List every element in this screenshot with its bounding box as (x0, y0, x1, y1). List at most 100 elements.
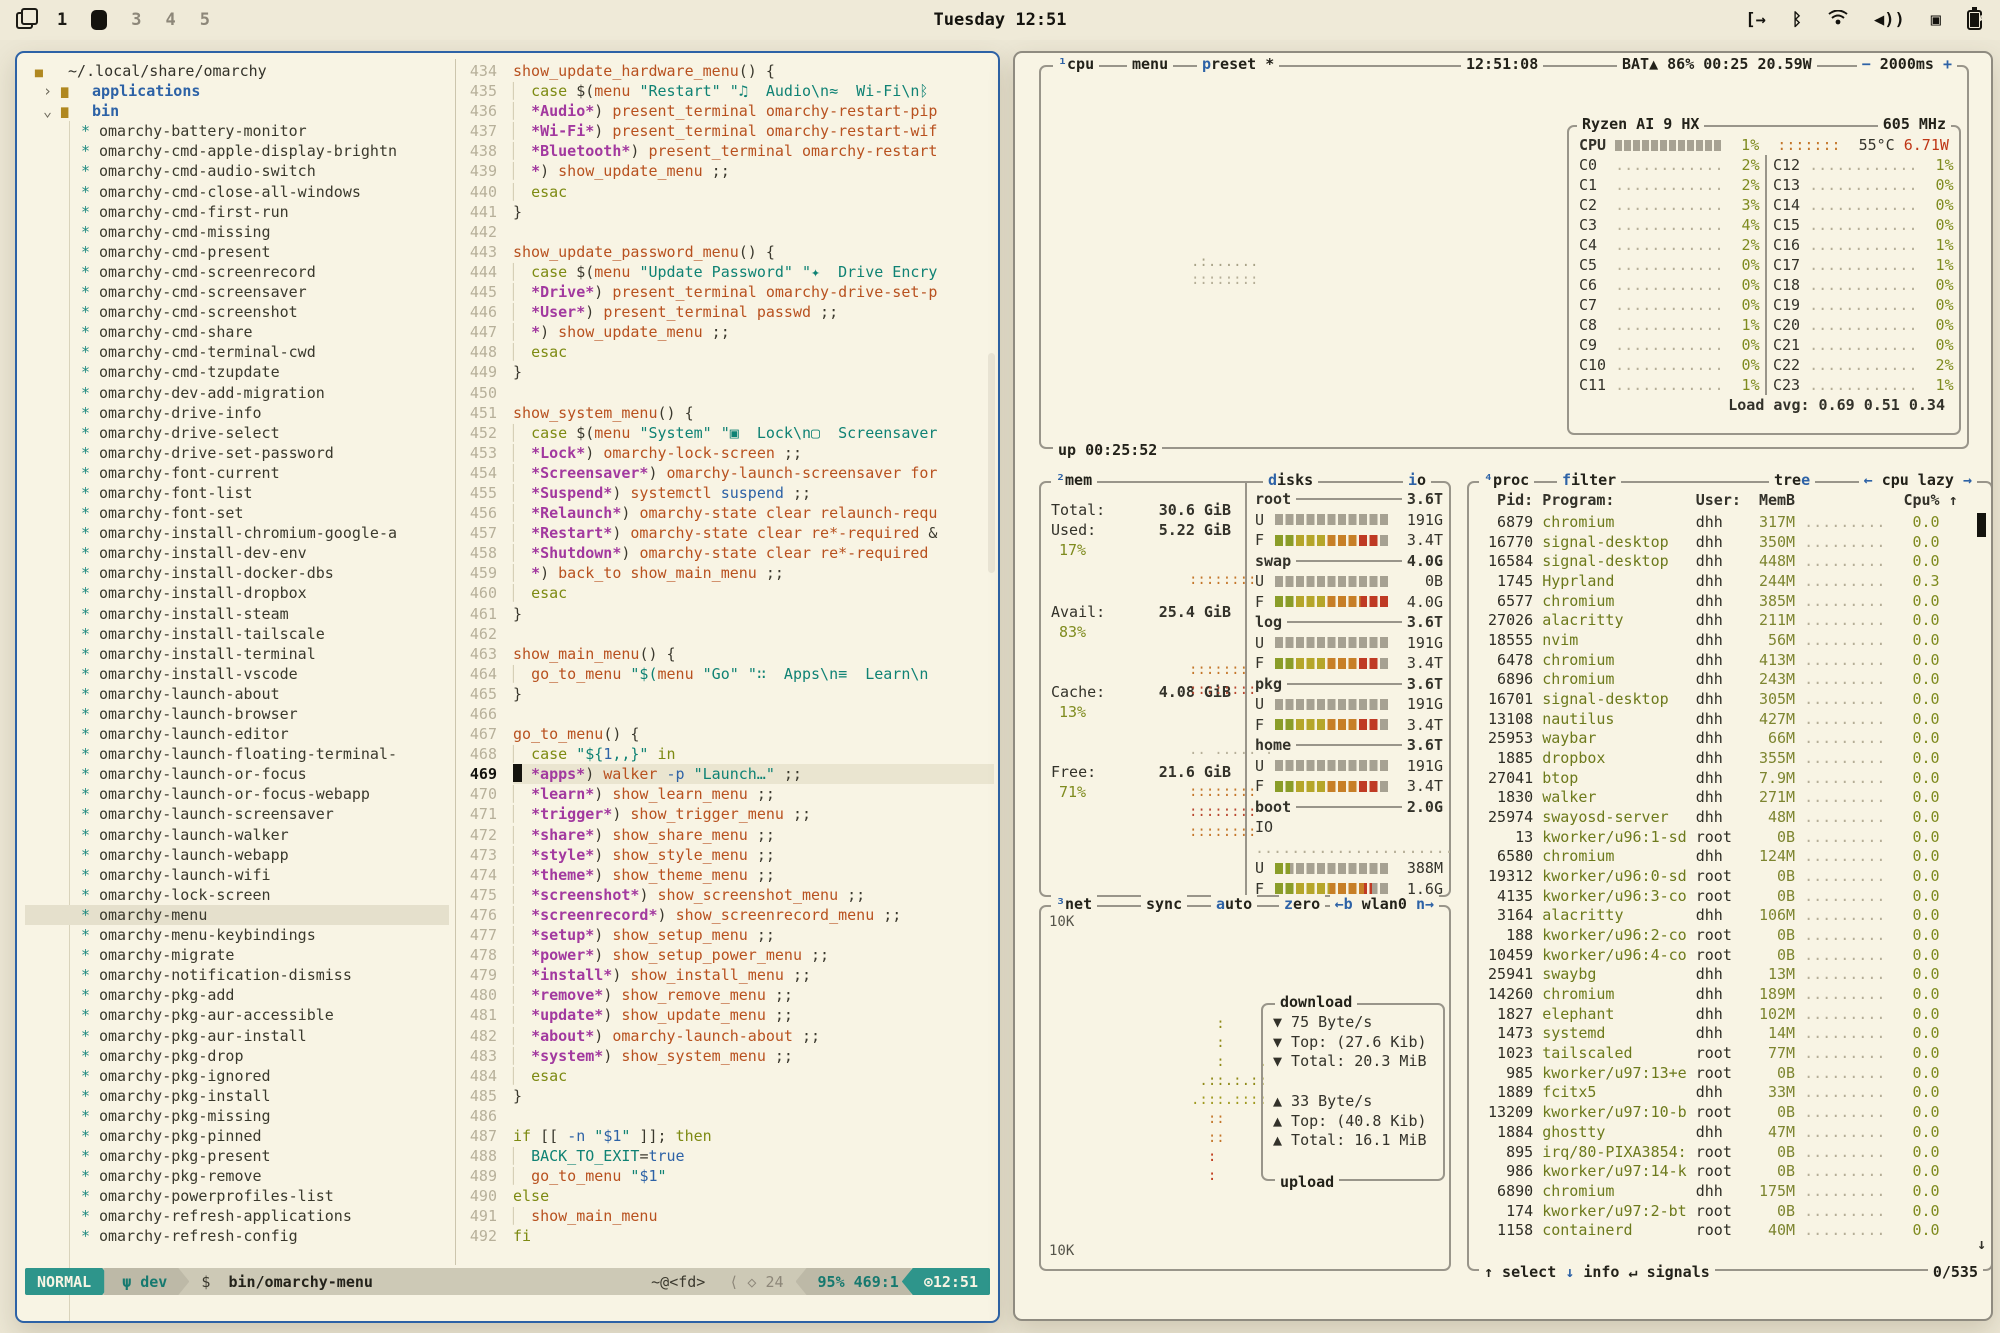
proc-scrollbar-thumb[interactable] (1977, 513, 1986, 537)
volume-icon[interactable]: ◀)) (1874, 10, 1905, 30)
tree-item[interactable]: *omarchy-install-tailscale (25, 624, 449, 644)
tree-item[interactable]: *omarchy-launch-about (25, 684, 449, 704)
code-line[interactable]: 464▏ go_to_menu "$(menu "Go" "∷ Apps\n≡ … (457, 664, 994, 684)
tree-item[interactable]: *omarchy-launch-walker (25, 825, 449, 845)
net-tab[interactable]: ³net (1051, 895, 1097, 913)
tree-item[interactable]: *omarchy-launch-floating-terminal- (25, 744, 449, 764)
code-line[interactable]: 475▏ *screenshot*) show_screenshot_menu … (457, 885, 994, 905)
proc-row[interactable]: 188 kworker/u96:2-co root 0B ......... 0… (1479, 926, 1983, 946)
proc-row[interactable]: 13108 nautilus dhh 427M ......... 0.0 (1479, 710, 1983, 730)
proc-row[interactable]: 27026 alacritty dhh 211M ......... 0.0 (1479, 611, 1983, 631)
io-tab[interactable]: io (1403, 471, 1431, 489)
proc-row[interactable]: 6879 chromium dhh 317M ......... 0.0 (1479, 513, 1983, 533)
code-line[interactable]: 479▏ *install*) show_install_menu ;; (457, 965, 994, 985)
tree-item[interactable]: *omarchy-cmd-terminal-cwd (25, 342, 449, 362)
tree-folder-bin[interactable]: ⌄▆ bin (25, 101, 449, 121)
tree-item[interactable]: *omarchy-cmd-share (25, 322, 449, 342)
proc-column-headers[interactable]: Pid: Program: User: MemB Cpu% ↑ (1479, 491, 1983, 509)
proc-row[interactable]: 1830 walker dhh 271M ......... 0.0 (1479, 788, 1983, 808)
proc-row[interactable]: 1889 fcitx5 dhh 33M ......... 0.0 (1479, 1083, 1983, 1103)
proc-row[interactable]: 6577 chromium dhh 385M ......... 0.0 (1479, 592, 1983, 612)
tree-item[interactable]: *omarchy-battery-monitor (25, 121, 449, 141)
proc-row[interactable]: 10459 kworker/u96:4-co root 0B .........… (1479, 946, 1983, 966)
tree-item[interactable]: *omarchy-pkg-add (25, 985, 449, 1005)
tree-item[interactable]: *omarchy-cmd-first-run (25, 202, 449, 222)
tree-root[interactable]: ▄ ~/.local/share/omarchy (25, 61, 449, 81)
code-line[interactable]: 457▏ *Restart*) omarchy-state clear re*-… (457, 523, 994, 543)
code-line[interactable]: 489▏ go_to_menu "$1" (457, 1166, 994, 1186)
code-line[interactable]: 477▏ *setup*) show_setup_menu ;; (457, 925, 994, 945)
code-line[interactable]: 446▏ *User*) present_terminal passwd ;; (457, 302, 994, 322)
code-line[interactable]: 454▏ *Screensaver*) omarchy-launch-scree… (457, 463, 994, 483)
file-path[interactable]: $ bin/omarchy-menu (189, 1268, 639, 1295)
tree-item[interactable]: *omarchy-notification-dismiss (25, 965, 449, 985)
tree-item[interactable]: *omarchy-install-vscode (25, 664, 449, 684)
tree-item[interactable]: *omarchy-cmd-present (25, 242, 449, 262)
tree-item[interactable]: *omarchy-launch-screensaver (25, 804, 449, 824)
code-line[interactable]: 492fi (457, 1226, 994, 1246)
tree-item[interactable]: *omarchy-install-docker-dbs (25, 563, 449, 583)
cpu-tab[interactable]: ¹cpu (1053, 55, 1099, 73)
proc-row[interactable]: 1885 dropbox dhh 355M ......... 0.0 (1479, 749, 1983, 769)
code-line[interactable]: 463show_main_menu() { (457, 644, 994, 664)
tree-item[interactable]: *omarchy-pkg-install (25, 1086, 449, 1106)
proc-row[interactable]: 895 irq/80-PIXA3854: root 0B ......... 0… (1479, 1143, 1983, 1163)
code-line[interactable]: 473▏ *style*) show_style_menu ;; (457, 845, 994, 865)
code-line[interactable]: 461} (457, 604, 994, 624)
proc-row[interactable]: 16770 signal-desktop dhh 350M ......... … (1479, 533, 1983, 553)
code-line[interactable]: 481▏ *update*) show_update_menu ;; (457, 1005, 994, 1025)
tree-item[interactable]: *omarchy-pkg-aur-accessible (25, 1005, 449, 1025)
code-line[interactable]: 438▏ *Bluetooth*) present_terminal omarc… (457, 141, 994, 161)
proc-tab[interactable]: ⁴proc (1479, 471, 1534, 489)
tree-item[interactable]: *omarchy-lock-screen (25, 885, 449, 905)
tree-item[interactable]: *omarchy-drive-set-password (25, 443, 449, 463)
code-line[interactable]: 439▏ *) show_update_menu ;; (457, 161, 994, 181)
tree-item[interactable]: *omarchy-install-terminal (25, 644, 449, 664)
code-line[interactable]: 471▏ *trigger*) show_trigger_menu ;; (457, 804, 994, 824)
tree-item[interactable]: *omarchy-migrate (25, 945, 449, 965)
net-auto-toggle[interactable]: auto (1211, 895, 1257, 913)
code-line[interactable]: 449} (457, 362, 994, 382)
git-branch[interactable]: ψ dev (104, 1268, 189, 1295)
code-line[interactable]: 443show_update_password_menu() { (457, 242, 994, 262)
proc-scroll-down-icon[interactable]: ↓ (1977, 1235, 1986, 1253)
tree-item[interactable]: *omarchy-cmd-screenshot (25, 302, 449, 322)
proc-row[interactable]: 14260 chromium dhh 189M ......... 0.0 (1479, 985, 1983, 1005)
proc-row[interactable]: 1473 systemd dhh 14M ......... 0.0 (1479, 1024, 1983, 1044)
tree-item[interactable]: *omarchy-drive-info (25, 403, 449, 423)
tree-item[interactable]: *omarchy-install-dev-env (25, 543, 449, 563)
menu-tab[interactable]: menu (1127, 55, 1173, 73)
code-line[interactable]: 440▏ esac (457, 182, 994, 202)
proc-row[interactable]: 6896 chromium dhh 243M ......... 0.0 (1479, 670, 1983, 690)
tree-item[interactable]: *omarchy-pkg-drop (25, 1046, 449, 1066)
code-line[interactable]: 456▏ *Relaunch*) omarchy-state clear rel… (457, 503, 994, 523)
net-zero-toggle[interactable]: zero (1279, 895, 1325, 913)
proc-row[interactable]: 6890 chromium dhh 175M ......... 0.0 (1479, 1182, 1983, 1202)
refresh-interval[interactable]: − 2000ms + (1857, 55, 1957, 73)
code-line[interactable]: 487if [[ -n "$1" ]]; then (457, 1126, 994, 1146)
tree-item[interactable]: *omarchy-install-dropbox (25, 583, 449, 603)
code-line[interactable]: 460▏ esac (457, 583, 994, 603)
tree-item[interactable]: *omarchy-launch-or-focus-webapp (25, 784, 449, 804)
proc-row[interactable]: 1158 containerd root 40M ......... 0.0 (1479, 1221, 1983, 1241)
code-line[interactable]: 447▏ *) show_update_menu ;; (457, 322, 994, 342)
proc-row[interactable]: 25974 swayosd-server dhh 48M ......... 0… (1479, 808, 1983, 828)
tree-item[interactable]: *omarchy-font-current (25, 463, 449, 483)
proc-row[interactable]: 3164 alacritty dhh 106M ......... 0.0 (1479, 906, 1983, 926)
tree-item[interactable]: *omarchy-install-steam (25, 604, 449, 624)
editor-scrollbar[interactable] (988, 353, 995, 573)
tree-item[interactable]: *omarchy-launch-or-focus (25, 764, 449, 784)
tree-item[interactable]: *omarchy-pkg-present (25, 1146, 449, 1166)
code-line[interactable]: 483▏ *system*) show_system_menu ;; (457, 1046, 994, 1066)
preset-tab[interactable]: preset * (1197, 55, 1279, 73)
code-line[interactable]: 453▏ *Lock*) omarchy-lock-screen ;; (457, 443, 994, 463)
code-line[interactable]: 465} (457, 684, 994, 704)
code-line[interactable]: 442 (457, 222, 994, 242)
code-editor[interactable]: 434show_update_hardware_menu() {435▏ cas… (457, 61, 994, 1263)
code-line[interactable]: 472▏ *share*) show_share_menu ;; (457, 825, 994, 845)
tree-item[interactable]: *omarchy-cmd-apple-display-brightn (25, 141, 449, 161)
code-line[interactable]: 437▏ *Wi-Fi*) present_terminal omarchy-r… (457, 121, 994, 141)
tree-item[interactable]: *omarchy-menu-keybindings (25, 925, 449, 945)
bluetooth-icon[interactable]: ᛒ (1792, 10, 1802, 30)
code-line[interactable]: 452▏ case $(menu "System" "▣ Lock\n▢ Scr… (457, 423, 994, 443)
